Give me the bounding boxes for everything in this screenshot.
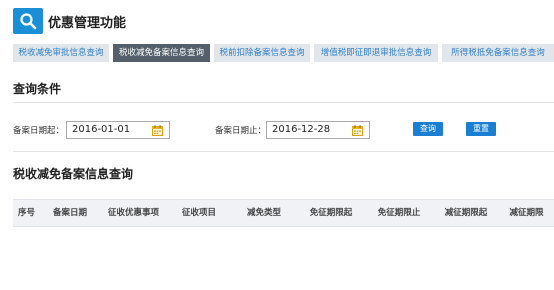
column-header-reduction-end: 减征期限 <box>509 208 544 218</box>
start-date-label: 备案日期起： <box>13 126 65 136</box>
divider <box>13 102 554 103</box>
end-date-label: 备案日期止： <box>215 126 267 136</box>
end-date-field[interactable]: 2016-12-28 <box>266 121 370 139</box>
results-table-header: 序号 备案日期 征收优惠事项 征收项目 减免类型 免征期限起 免征期限止 减征期… <box>13 199 554 227</box>
column-header-levy-item: 征收项目 <box>181 208 216 218</box>
tab-vat-refund-approval[interactable]: 增值税即征即退审批信息查询 <box>314 44 438 62</box>
column-header-exempt-start: 免征期限起 <box>309 208 353 218</box>
search-button[interactable]: 查询 <box>413 122 443 136</box>
divider <box>13 151 554 152</box>
tab-tax-relief-approval[interactable]: 税收减免审批信息查询 <box>13 44 109 62</box>
column-header-reduction-start: 减征期限起 <box>444 208 488 218</box>
column-header-preference-item: 征收优惠事项 <box>107 208 159 218</box>
calendar-icon[interactable] <box>152 125 163 136</box>
tab-pretax-deduction-filing[interactable]: 税前扣除备案信息查询 <box>214 44 310 62</box>
column-header-exempt-end: 免征期限止 <box>377 208 421 218</box>
start-date-field[interactable]: 2016-01-01 <box>66 121 170 139</box>
end-date-value: 2016-12-28 <box>272 124 331 135</box>
query-section-title: 查询条件 <box>13 82 62 96</box>
column-header-filing-date: 备案日期 <box>52 208 87 218</box>
tab-tax-relief-filing[interactable]: 税收减免备案信息查询 <box>113 44 210 62</box>
column-header-relief-type: 减免类型 <box>246 208 281 218</box>
tab-income-tax-credit-filing[interactable]: 所得税抵免备案信息查询 <box>442 44 554 62</box>
search-icon <box>20 13 37 30</box>
calendar-icon[interactable] <box>352 125 363 136</box>
reset-button[interactable]: 重置 <box>466 122 496 136</box>
start-date-value: 2016-01-01 <box>72 124 131 135</box>
app-title: 优惠管理功能 <box>48 16 127 31</box>
results-section-title: 税收减免备案信息查询 <box>13 167 134 181</box>
app-logo <box>13 8 43 34</box>
column-header-index: 序号 <box>17 208 35 218</box>
